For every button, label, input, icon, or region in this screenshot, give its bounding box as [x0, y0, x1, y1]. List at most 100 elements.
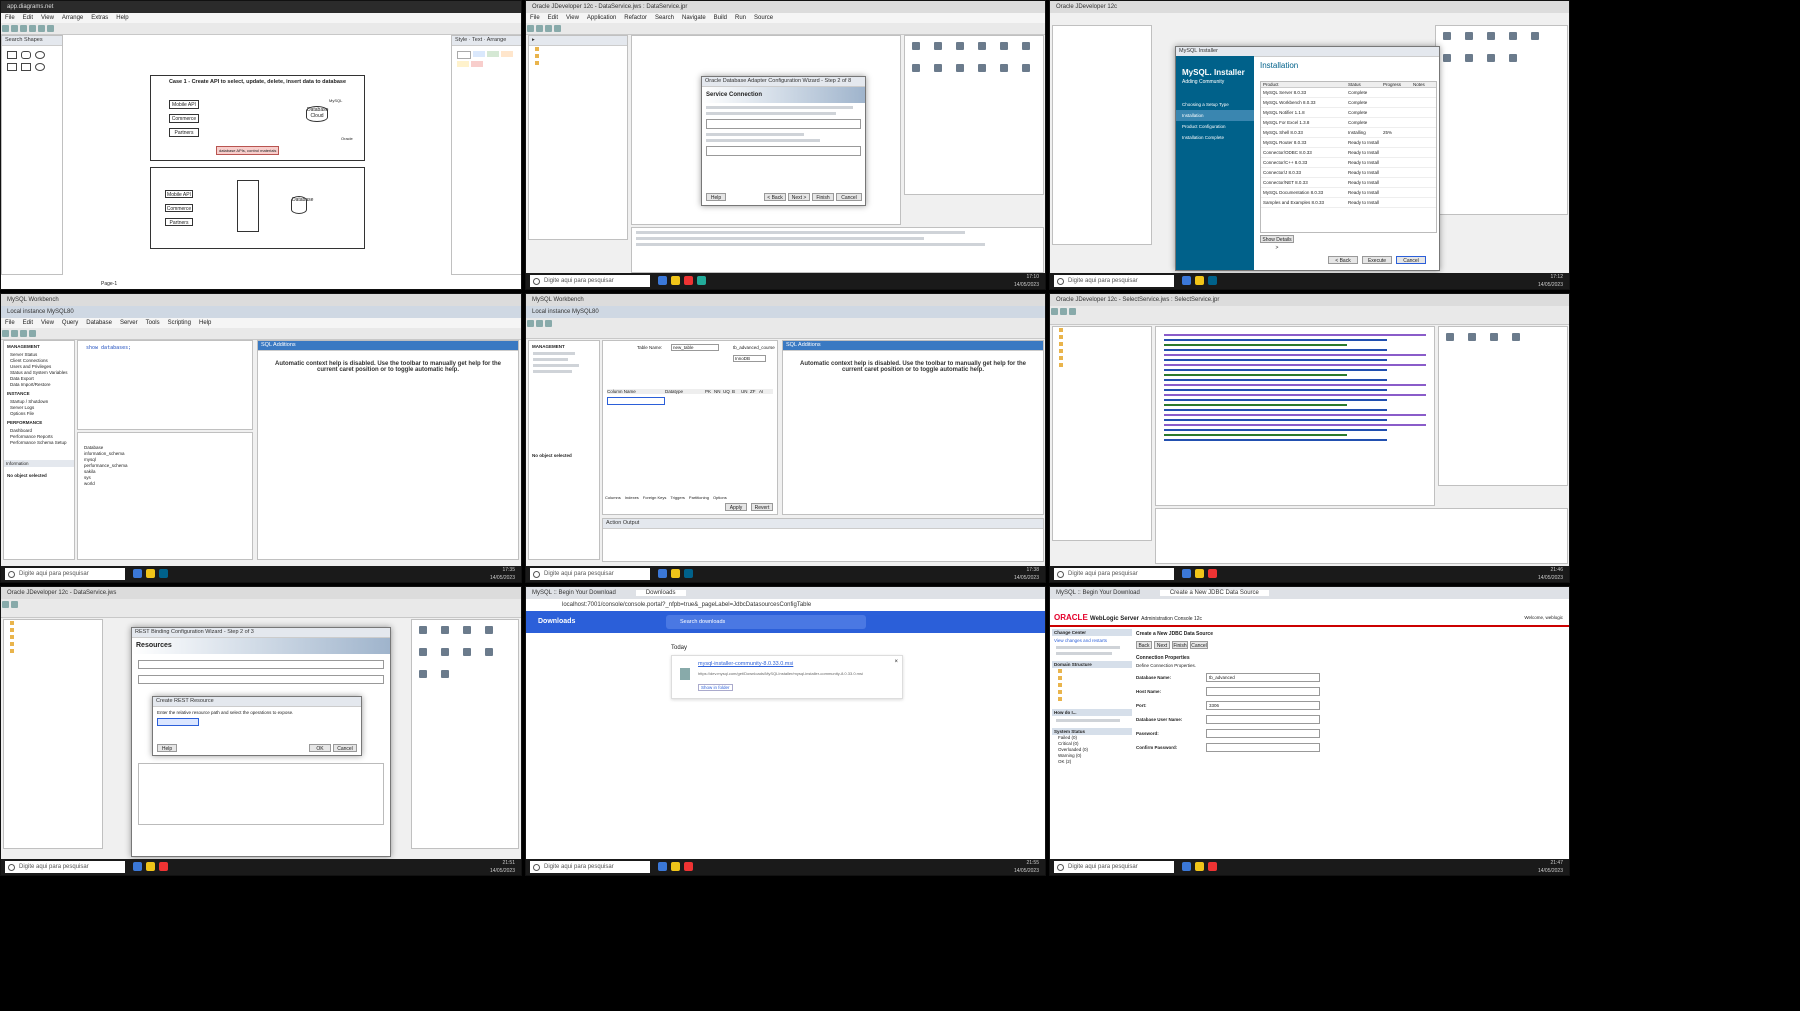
file-name[interactable]: mysql-installer-community-8.0.33.0.msi [698, 661, 793, 667]
next-button[interactable]: Next > [788, 193, 810, 201]
tab-jdbc[interactable]: Create a New JDBC Data Source [1159, 590, 1269, 596]
field-input[interactable] [1206, 687, 1320, 696]
tab-text[interactable]: Text [472, 37, 482, 43]
palette-item[interactable] [1509, 32, 1517, 40]
taskbar-search[interactable]: Digite aqui para pesquisar [530, 568, 650, 580]
taskbar-search[interactable]: Digite aqui para pesquisar [530, 861, 650, 873]
menu-item[interactable]: Help [195, 320, 215, 326]
taskbar-search[interactable]: Digite aqui para pesquisar [1054, 861, 1174, 873]
connection-tab[interactable]: Local instance MySQL80 [1, 306, 521, 318]
tab-arrange[interactable]: Arrange [487, 37, 507, 43]
downloads-search[interactable]: Search downloads [666, 615, 866, 629]
resource-path-input[interactable] [157, 718, 199, 726]
connection-tab[interactable]: Local instance MySQL80 [526, 306, 1045, 318]
palette-item[interactable] [934, 64, 942, 72]
menu-item[interactable]: Search [651, 15, 678, 21]
menu-item[interactable]: Tools [142, 320, 164, 326]
sql-icon[interactable] [527, 320, 534, 327]
palette-item[interactable] [441, 670, 449, 678]
palette-item[interactable] [441, 626, 449, 634]
mysql-icon[interactable] [1207, 276, 1217, 285]
show-details-button[interactable]: Show Details > [1260, 235, 1294, 251]
folder-icon[interactable] [670, 862, 680, 871]
clock[interactable]: 17:12 14/05/2023 [1538, 273, 1563, 289]
app-icon[interactable] [132, 862, 142, 871]
tree-item[interactable] [1053, 327, 1151, 334]
tree-item[interactable] [1052, 675, 1132, 682]
uri-input[interactable] [138, 660, 384, 669]
clock[interactable]: 21:55 14/05/2023 [1014, 859, 1039, 875]
palette-item[interactable] [1000, 42, 1008, 50]
product-row[interactable]: Samples and Examples 8.0.33 Ready to Inst… [1261, 198, 1436, 208]
menu-item[interactable]: View [37, 15, 58, 21]
menu-item[interactable]: Arrange [58, 15, 87, 21]
browser-url-bar[interactable]: app.diagrams.net [1, 1, 521, 13]
show-in-folder-link[interactable]: Show in folder [698, 684, 733, 691]
palette-item[interactable] [1509, 54, 1517, 62]
swatch[interactable] [501, 51, 513, 57]
menu-item[interactable]: Edit [544, 15, 562, 21]
palette-item[interactable] [1443, 54, 1451, 62]
menu-item[interactable]: File [1, 320, 19, 326]
node-mobile-api[interactable]: Mobile API [165, 190, 193, 198]
open-icon[interactable] [536, 320, 543, 327]
tree-item[interactable] [1053, 341, 1151, 348]
palette-item[interactable] [1022, 64, 1030, 72]
clock[interactable]: 21:51 14/05/2023 [490, 859, 515, 875]
description-input[interactable] [138, 675, 384, 684]
menu-item[interactable]: Build [710, 15, 731, 21]
node-commerce[interactable]: Commerce [165, 204, 193, 212]
cancel-button[interactable]: Cancel [333, 744, 357, 752]
tree-item[interactable] [1053, 355, 1151, 362]
cancel-button[interactable]: Cancel [836, 193, 862, 201]
tab-columns[interactable]: Columns [605, 495, 621, 500]
palette-item[interactable] [1465, 54, 1473, 62]
field-input[interactable]: tb_advanced [1206, 673, 1320, 682]
table-name-input[interactable]: new_table [671, 344, 719, 351]
mysql-icon[interactable] [683, 569, 693, 578]
page-tab[interactable]: Page-1 [101, 281, 117, 287]
save-icon[interactable] [1069, 308, 1076, 315]
menu-item[interactable]: Edit [19, 15, 37, 21]
product-row[interactable]: Connector/ODBC 8.0.33 Ready to Install [1261, 148, 1436, 158]
diagram-canvas[interactable]: Case 1 - Create API to select, update, d… [65, 35, 450, 275]
palette-item[interactable] [1512, 333, 1520, 341]
table-icon[interactable] [29, 330, 36, 337]
folder-icon[interactable] [1194, 276, 1204, 285]
query-editor[interactable]: show databases; [77, 340, 253, 430]
engine-select[interactable]: InnoDB [733, 355, 766, 362]
next-button[interactable]: Next [1154, 641, 1170, 649]
menu-item[interactable]: File [1, 15, 19, 21]
open-icon[interactable] [1060, 308, 1067, 315]
palette-item[interactable] [485, 626, 493, 634]
swatch[interactable] [473, 51, 485, 57]
ellipse-shape[interactable] [35, 63, 45, 71]
tree-item[interactable] [1053, 334, 1151, 341]
back-button[interactable]: < Back [764, 193, 786, 201]
undo-icon[interactable] [2, 25, 9, 32]
swatch[interactable] [471, 61, 483, 67]
execute-button[interactable]: Execute [1362, 256, 1392, 264]
palette-item[interactable] [1468, 333, 1476, 341]
menu-item[interactable]: Application [583, 15, 620, 21]
tab-triggers[interactable]: Triggers [670, 495, 685, 500]
field-input[interactable] [1206, 743, 1320, 752]
product-row[interactable]: Connector/J 8.0.33 Ready to Install [1261, 168, 1436, 178]
nav-item[interactable]: OK (2) [1052, 759, 1132, 765]
tab-mysql[interactable]: MySQL :: Begin Your Download [532, 590, 636, 596]
view-changes-link[interactable]: View changes and restarts [1054, 638, 1130, 643]
tree-item[interactable] [1053, 348, 1151, 355]
finish-button[interactable]: Finish [1172, 641, 1188, 649]
palette-item[interactable] [956, 64, 964, 72]
product-row[interactable]: MySQL Shell 8.0.33 Installing 25% [1261, 128, 1436, 138]
jndi-input[interactable] [706, 146, 861, 156]
product-row[interactable]: MySQL Router 8.0.33 Ready to Install [1261, 138, 1436, 148]
tree-item[interactable] [1052, 696, 1132, 703]
rounded-shape[interactable] [21, 51, 31, 59]
open-icon[interactable] [536, 25, 543, 32]
zoom-icon[interactable] [20, 25, 27, 32]
run-icon[interactable] [554, 25, 561, 32]
palette-item[interactable] [1490, 333, 1498, 341]
app-icon[interactable] [657, 862, 667, 871]
app-icon[interactable] [132, 569, 142, 578]
